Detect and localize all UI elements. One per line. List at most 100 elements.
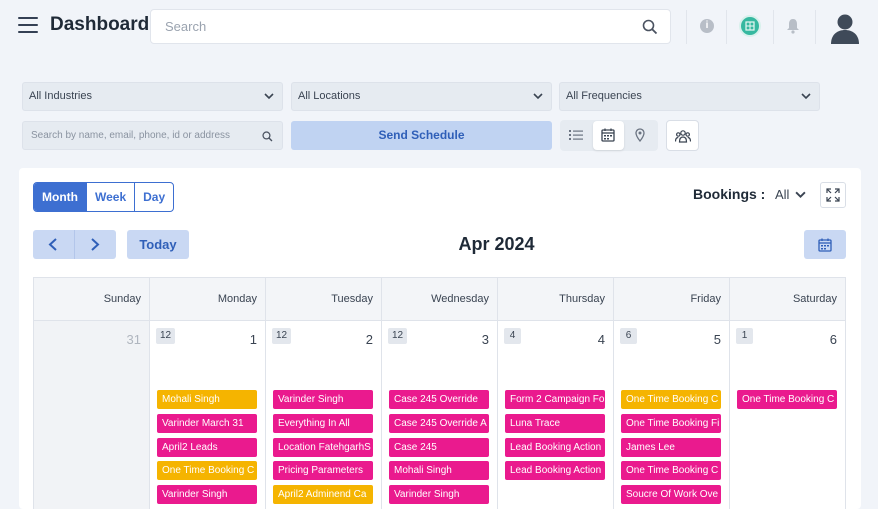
day-cell[interactable]: 6 5 One Time Booking C One Time Booking Fi J… <box>614 321 730 509</box>
event-chip[interactable]: Case 245 Override A <box>389 413 489 433</box>
view-mode-toggle: Month Week Day <box>33 182 175 212</box>
event-chip[interactable]: One Time Booking C <box>737 390 837 409</box>
day-view-tab[interactable]: Day <box>134 183 173 211</box>
bell-icon[interactable] <box>786 18 800 34</box>
expand-icon <box>826 188 840 202</box>
weekday-header: Monday <box>150 278 266 321</box>
day-cell[interactable]: 12 2 Varinder Singh Everything In All Locati… <box>266 321 382 509</box>
weekday-header: Tuesday <box>266 278 382 321</box>
menu-icon[interactable] <box>18 17 38 33</box>
customer-search <box>22 121 283 150</box>
search-icon[interactable] <box>262 131 273 142</box>
calendar-icon <box>818 238 832 252</box>
page-title: Dashboard <box>50 14 150 35</box>
divider <box>815 10 816 44</box>
global-search <box>150 9 671 44</box>
view-switcher <box>560 120 658 151</box>
chevron-down-icon <box>264 93 274 100</box>
expand-button[interactable] <box>820 182 846 208</box>
calendar-grid: Sunday 31 Monday 12 1 Mohali Singh Varinder Ma… <box>33 277 846 509</box>
bookings-filter-value: All <box>775 187 790 202</box>
location-filter-value: All Locations <box>298 90 361 102</box>
map-view-button[interactable] <box>625 121 656 150</box>
event-chip[interactable]: Mohali Singh <box>157 390 257 409</box>
weekday-header: Sunday <box>34 278 150 321</box>
event-chip[interactable]: Case 245 Override <box>389 390 489 409</box>
location-filter[interactable]: All Locations <box>291 82 552 111</box>
map-pin-icon <box>635 128 645 142</box>
chevron-down-icon <box>533 93 543 100</box>
event-chip[interactable]: Varinder Singh <box>273 390 373 409</box>
event-chip[interactable]: One Time Booking C <box>621 390 721 409</box>
info-icon[interactable]: i <box>700 19 714 33</box>
send-schedule-button[interactable]: Send Schedule <box>291 121 552 150</box>
calendar-view-icon <box>601 128 615 142</box>
industry-filter[interactable]: All Industries <box>22 82 283 111</box>
event-chip[interactable]: April2 Leads <box>157 437 257 457</box>
event-chip[interactable]: Varinder March 31 <box>157 413 257 433</box>
event-chip[interactable]: Varinder Singh <box>389 485 489 504</box>
day-number: 1 <box>249 332 257 347</box>
month-view-tab[interactable]: Month <box>34 183 86 211</box>
bookings-label: Bookings : <box>693 186 766 202</box>
event-chip[interactable]: Form 2 Campaign Fo <box>505 390 605 409</box>
event-chip[interactable]: April2 Adminend Ca <box>273 485 373 504</box>
day-number: 5 <box>713 332 721 347</box>
event-chip[interactable]: Varinder Singh <box>157 485 257 504</box>
event-chip[interactable]: Lead Booking Action <box>505 437 605 457</box>
booking-count-badge[interactable]: 6 <box>620 328 637 344</box>
event-chip[interactable]: Everything In All <box>273 413 373 433</box>
event-chip[interactable]: Soucre Of Work Ove <box>621 485 721 504</box>
chevron-down-icon <box>795 191 806 199</box>
booking-count-badge[interactable]: 12 <box>272 328 292 344</box>
event-chip[interactable]: Location FatehgarhS <box>273 437 373 457</box>
day-cell[interactable]: 12 3 Case 245 Override Case 245 Override A C… <box>382 321 498 509</box>
booking-count-badge[interactable]: 12 <box>388 328 408 344</box>
customer-search-input[interactable] <box>23 122 258 149</box>
list-view-icon <box>569 130 583 140</box>
booking-count-badge[interactable]: 12 <box>156 328 176 344</box>
weekday-header: Thursday <box>498 278 614 321</box>
event-chip[interactable]: Lead Booking Action <box>505 461 605 481</box>
divider <box>686 10 687 44</box>
day-cell[interactable]: 4 4 Form 2 Campaign Fo Luna Trace Lead Booki… <box>498 321 614 509</box>
day-cell[interactable]: 1 6 One Time Booking C <box>730 321 845 509</box>
booking-count-badge[interactable]: 1 <box>736 328 753 344</box>
globe-icon[interactable] <box>739 15 761 37</box>
global-search-input[interactable] <box>151 10 631 43</box>
frequency-filter[interactable]: All Frequencies <box>559 82 820 111</box>
list-view-button[interactable] <box>561 121 592 150</box>
month-title: Apr 2024 <box>458 234 535 254</box>
event-chip[interactable]: One Time Booking C <box>157 461 257 481</box>
team-button[interactable] <box>666 120 699 151</box>
day-number: 4 <box>597 332 605 347</box>
calendar-view-button[interactable] <box>593 121 624 150</box>
day-number: 3 <box>481 332 489 347</box>
day-number: 6 <box>829 332 837 347</box>
week-view-tab[interactable]: Week <box>85 183 134 211</box>
user-avatar-icon[interactable] <box>830 12 860 44</box>
day-number: 31 <box>126 332 141 347</box>
date-picker-button[interactable] <box>804 230 846 259</box>
bookings-filter[interactable]: All <box>775 187 806 202</box>
weekday-header: Friday <box>614 278 730 321</box>
chevron-down-icon <box>801 93 811 100</box>
divider <box>773 10 774 44</box>
day-cell[interactable]: 31 <box>34 321 150 509</box>
event-chip[interactable]: James Lee <box>621 437 721 457</box>
frequency-filter-value: All Frequencies <box>566 90 642 102</box>
team-icon <box>675 130 691 143</box>
event-chip[interactable]: One Time Booking Fi <box>621 413 721 433</box>
industry-filter-value: All Industries <box>29 90 92 102</box>
booking-count-badge[interactable]: 4 <box>504 328 521 344</box>
day-cell[interactable]: 12 1 Mohali Singh Varinder March 31 April2 L… <box>150 321 266 509</box>
event-chip[interactable]: Luna Trace <box>505 413 605 433</box>
event-chip[interactable]: Pricing Parameters <box>273 461 373 481</box>
divider <box>726 10 727 44</box>
day-number: 2 <box>365 332 373 347</box>
weekday-header: Saturday <box>730 278 845 321</box>
event-chip[interactable]: One Time Booking C <box>621 461 721 481</box>
event-chip[interactable]: Mohali Singh <box>389 461 489 481</box>
event-chip[interactable]: Case 245 <box>389 437 489 457</box>
search-icon[interactable] <box>642 19 658 35</box>
